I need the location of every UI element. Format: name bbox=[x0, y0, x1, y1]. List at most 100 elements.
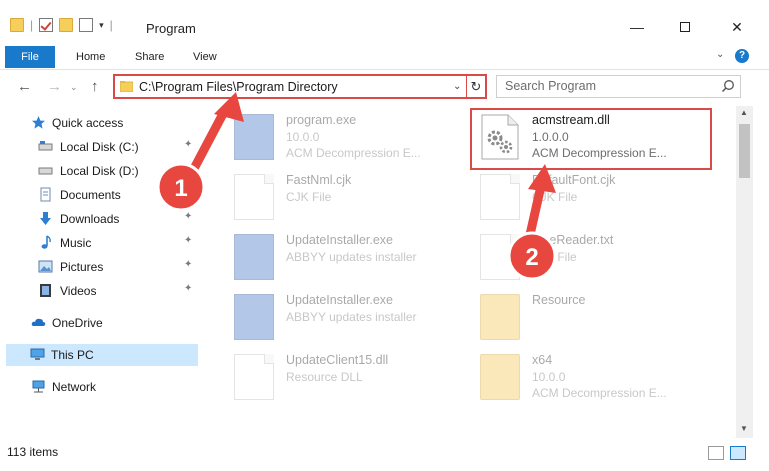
help-button[interactable]: ? bbox=[735, 49, 749, 63]
documents-icon bbox=[40, 187, 51, 202]
pin-icon[interactable]: ✦ bbox=[184, 283, 192, 294]
scroll-up-arrow-icon[interactable]: ▲ bbox=[740, 108, 748, 117]
pin-icon[interactable]: ✦ bbox=[184, 139, 192, 150]
window-title: Program bbox=[146, 21, 196, 36]
scroll-thumb[interactable] bbox=[739, 124, 750, 178]
sidebar-item-label: Local Disk (D:) bbox=[60, 164, 139, 178]
videos-icon bbox=[40, 284, 51, 297]
folder-icon bbox=[10, 18, 24, 32]
sidebar-item-documents[interactable]: Documents ✦ bbox=[0, 184, 200, 206]
sidebar-item-this-pc[interactable]: This PC bbox=[6, 344, 198, 366]
document-icon bbox=[480, 234, 520, 280]
file-item[interactable]: UpdateClient15.dll Resource DLL bbox=[226, 350, 476, 408]
refresh-button[interactable]: ↻ bbox=[466, 76, 485, 97]
file-name: FineReader.txt bbox=[532, 233, 614, 247]
tab-home[interactable]: Home bbox=[76, 51, 105, 63]
tab-file[interactable]: File bbox=[5, 46, 55, 68]
search-icon[interactable] bbox=[721, 79, 735, 93]
file-description: Resource DLL bbox=[286, 370, 363, 384]
folder-icon bbox=[120, 81, 133, 92]
minimize-button[interactable]: — bbox=[622, 16, 652, 38]
file-item-acmstream[interactable]: acmstream.dll 1.0.0.0 ACM Decompression … bbox=[470, 108, 712, 170]
address-path[interactable]: C:\Program Files\Program Directory bbox=[139, 80, 338, 94]
file-item[interactable]: UpdateInstaller.exe ABBYY updates instal… bbox=[226, 230, 476, 288]
sidebar-item-local-disk-d[interactable]: Local Disk (D:) bbox=[0, 160, 200, 182]
large-icons-view-icon[interactable] bbox=[730, 446, 746, 460]
properties-check-icon[interactable] bbox=[39, 18, 54, 32]
file-name: program.exe bbox=[286, 113, 357, 127]
sidebar-item-videos[interactable]: Videos ✦ bbox=[0, 280, 200, 302]
download-icon bbox=[40, 212, 51, 225]
file-item[interactable]: program.exe 10.0.0 ACM Decompression E..… bbox=[226, 110, 476, 168]
search-input[interactable] bbox=[505, 79, 705, 93]
file-name: FastNml.cjk bbox=[286, 173, 352, 187]
navigation-pane: Quick access Local Disk (C:) ✦ Local Dis… bbox=[0, 106, 200, 436]
file-name: UpdateInstaller.exe bbox=[286, 293, 394, 307]
sidebar-item-network[interactable]: Network bbox=[0, 376, 200, 398]
file-item[interactable]: DefaultFont.cjk CJK File bbox=[472, 170, 722, 228]
pin-icon[interactable]: ✦ bbox=[184, 211, 192, 222]
file-item[interactable]: FineReader.txt Text File bbox=[472, 230, 722, 288]
tab-share[interactable]: Share bbox=[135, 51, 164, 63]
file-description: ABBYY updates installer bbox=[286, 250, 417, 264]
status-bar: 113 items bbox=[0, 438, 769, 471]
network-icon bbox=[32, 380, 45, 393]
forward-button[interactable]: → bbox=[47, 78, 62, 95]
back-button[interactable]: ← bbox=[17, 78, 32, 95]
separator: | bbox=[30, 18, 34, 32]
installer-icon bbox=[234, 234, 274, 280]
sidebar-item-label: Network bbox=[52, 380, 97, 394]
customize-toolbar-chevron-icon[interactable]: ▾ bbox=[99, 20, 104, 31]
scroll-down-arrow-icon[interactable]: ▼ bbox=[740, 424, 748, 433]
file-item[interactable]: Resource bbox=[472, 290, 722, 348]
document-icon bbox=[480, 174, 520, 220]
sidebar-item-label: Local Disk (C:) bbox=[60, 140, 139, 154]
file-description: ABBYY updates installer bbox=[286, 310, 417, 324]
tab-view[interactable]: View bbox=[193, 51, 217, 63]
pin-icon[interactable]: ✦ bbox=[184, 259, 192, 270]
new-folder-icon[interactable] bbox=[59, 18, 74, 32]
document-icon bbox=[234, 174, 274, 220]
file-version: 1.0.0.0 bbox=[532, 130, 569, 144]
recent-locations-chevron-icon[interactable]: ⌄ bbox=[70, 82, 78, 93]
maximize-icon bbox=[680, 22, 690, 32]
address-dropdown-chevron-icon[interactable]: ⌄ bbox=[453, 81, 461, 92]
file-name: UpdateClient15.dll bbox=[286, 353, 389, 367]
application-icon bbox=[234, 114, 274, 160]
file-name: Resource bbox=[532, 293, 586, 307]
vertical-scrollbar[interactable]: ▲ ▼ bbox=[736, 106, 753, 438]
sidebar-item-music[interactable]: Music ✦ bbox=[0, 232, 200, 254]
sidebar-item-pictures[interactable]: Pictures ✦ bbox=[0, 256, 200, 278]
sidebar-item-downloads[interactable]: Downloads ✦ bbox=[0, 208, 200, 230]
pin-icon[interactable]: ✦ bbox=[184, 187, 192, 198]
sidebar-item-label: Quick access bbox=[52, 116, 124, 130]
search-box[interactable] bbox=[496, 75, 741, 98]
up-button[interactable]: ↑ bbox=[91, 78, 99, 95]
address-bar[interactable]: C:\Program Files\Program Directory ⌄ ↻ bbox=[113, 74, 487, 99]
folder-icon bbox=[480, 294, 520, 340]
file-item[interactable]: x64 10.0.0 ACM Decompression E... bbox=[472, 350, 722, 408]
view-options-icon[interactable] bbox=[79, 18, 94, 32]
close-button[interactable]: ✕ bbox=[722, 16, 752, 38]
file-item[interactable]: FastNml.cjk CJK File bbox=[226, 170, 476, 228]
folder-icon bbox=[480, 354, 520, 400]
sidebar-item-onedrive[interactable]: OneDrive bbox=[0, 312, 200, 334]
details-view-icon[interactable] bbox=[708, 446, 724, 460]
file-type: CJK File bbox=[532, 190, 578, 204]
pictures-icon bbox=[38, 260, 53, 273]
file-version: 10.0.0 bbox=[286, 130, 320, 144]
file-type: Text File bbox=[532, 250, 577, 264]
pin-icon[interactable]: ✦ bbox=[184, 235, 192, 246]
file-item[interactable]: UpdateInstaller.exe ABBYY updates instal… bbox=[226, 290, 476, 348]
maximize-button[interactable] bbox=[670, 16, 700, 38]
sidebar-item-quick-access[interactable]: Quick access bbox=[0, 112, 200, 134]
title-bar: | ▾ | Program — ✕ bbox=[0, 0, 769, 44]
file-type: CJK File bbox=[286, 190, 332, 204]
file-name: UpdateInstaller.exe bbox=[286, 233, 394, 247]
file-description: ACM Decompression E... bbox=[532, 386, 667, 400]
navigation-bar: ← → ⌄ ↑ C:\Program Files\Program Directo… bbox=[0, 70, 769, 104]
expand-ribbon-chevron-icon[interactable]: ⌄ bbox=[716, 49, 724, 60]
drive-icon bbox=[38, 141, 53, 151]
sidebar-item-local-disk-c[interactable]: Local Disk (C:) ✦ bbox=[0, 136, 200, 158]
cloud-icon bbox=[31, 318, 46, 326]
